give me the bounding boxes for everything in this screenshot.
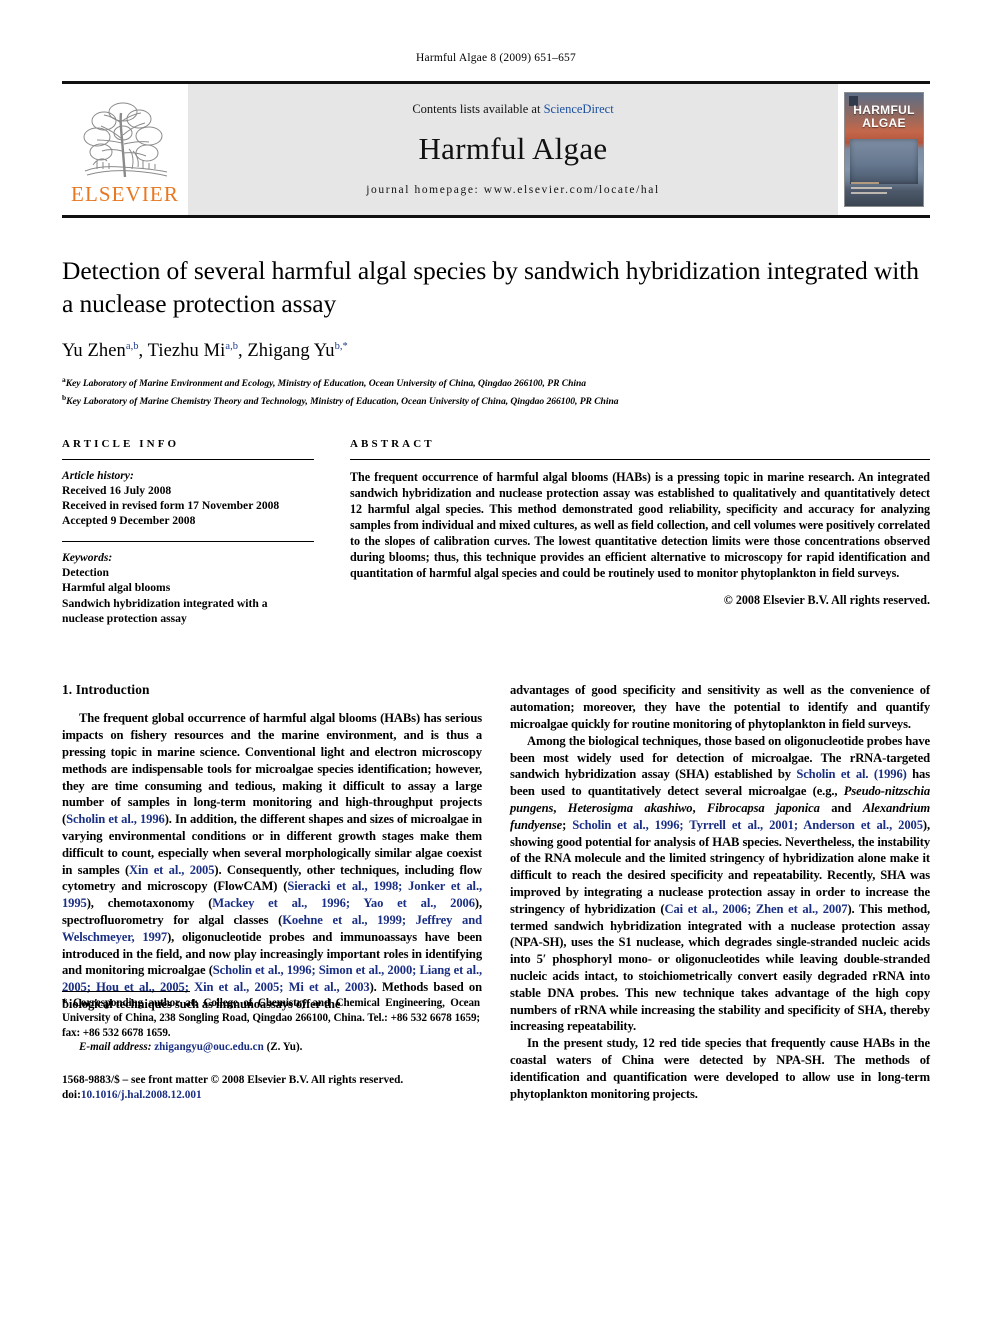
email-label: E-mail address: bbox=[79, 1041, 152, 1054]
cover-title-line2: ALGAE bbox=[862, 116, 906, 130]
page-title: Detection of several harmful algal speci… bbox=[62, 256, 919, 318]
article-history-item: Received in revised form 17 November 200… bbox=[62, 498, 280, 512]
title-block: Detection of several harmful algal speci… bbox=[62, 254, 930, 409]
citation-link[interactable]: Xin et al., 2005 bbox=[129, 863, 214, 877]
doi-link[interactable]: 10.1016/j.hal.2008.12.001 bbox=[81, 1089, 202, 1101]
author-name: Zhigang Yu bbox=[247, 341, 335, 362]
footnote-divider bbox=[62, 991, 190, 993]
issn-line: 1568-9883/$ – see front matter © 2008 El… bbox=[62, 1073, 404, 1086]
affiliation-item: bKey Laboratory of Marine Chemistry Theo… bbox=[62, 391, 930, 409]
abstract-label: ABSTRACT bbox=[350, 437, 435, 450]
author-separator: , bbox=[237, 341, 248, 362]
sciencedirect-link[interactable]: ScienceDirect bbox=[544, 102, 614, 116]
body-column-right: advantages of good specificity and sensi… bbox=[510, 682, 930, 1102]
affiliation-list: aKey Laboratory of Marine Environment an… bbox=[62, 373, 930, 408]
species-name: Fibrocapsa japonica bbox=[706, 800, 820, 815]
affiliation-text: Key Laboratory of Marine Environment and… bbox=[65, 378, 587, 390]
cover-title: HARMFUL ALGAE bbox=[845, 104, 923, 130]
cover-water-photo bbox=[850, 139, 918, 184]
masthead-center: Contents lists available at ScienceDirec… bbox=[188, 84, 838, 215]
author-item: Yu Zhena,b bbox=[62, 341, 138, 361]
article-info-label: ARTICLE INFO bbox=[62, 437, 180, 450]
article-info-column: ARTICLE INFO Article history: Received 1… bbox=[62, 438, 314, 627]
author-separator: , bbox=[138, 341, 148, 362]
author-name: Tiezhu Mi bbox=[147, 341, 226, 362]
article-history-block: Article history: Received 16 July 2008 R… bbox=[62, 469, 314, 529]
author-item: Tiezhu Mia,b bbox=[148, 341, 238, 361]
keyword-item: Harmful algal blooms bbox=[62, 581, 171, 595]
keyword-item: Sandwich hybridization integrated with a bbox=[62, 596, 268, 610]
keyword-item: Detection bbox=[62, 565, 109, 579]
doi-line: doi:10.1016/j.hal.2008.12.001 bbox=[62, 1088, 480, 1103]
citation-link[interactable]: Scholin et al., 1996; Simon et al., 2000… bbox=[62, 963, 482, 994]
issn-block: 1568-9883/$ – see front matter © 2008 El… bbox=[62, 1073, 480, 1103]
running-head: Harmful Algae 8 (2009) 651–657 bbox=[416, 52, 576, 64]
journal-cover: HARMFUL ALGAE bbox=[838, 84, 930, 215]
abstract-column: ABSTRACT The frequent occurrence of harm… bbox=[350, 438, 930, 627]
citation-link[interactable]: Koehne et al., 1999; Jeffrey and Welschm… bbox=[62, 913, 482, 944]
journal-homepage[interactable]: journal homepage: www.elsevier.com/locat… bbox=[366, 184, 660, 196]
citation-link[interactable]: Mackey et al., 1996; Yao et al., 2006 bbox=[212, 896, 475, 910]
abstract-copyright: © 2008 Elsevier B.V. All rights reserved… bbox=[723, 593, 930, 608]
citation-link[interactable]: Scholin et al., 1996 bbox=[66, 812, 165, 826]
body-columns: 1. Introduction The frequent global occu… bbox=[62, 682, 930, 1102]
info-abstract-region: ARTICLE INFO Article history: Received 1… bbox=[62, 438, 930, 627]
citation-link[interactable]: Cai et al., 2006; Zhen et al., 2007 bbox=[665, 902, 848, 916]
body-column-left: 1. Introduction The frequent global occu… bbox=[62, 682, 482, 1102]
author-affil-marker: b,* bbox=[334, 341, 348, 352]
cover-thumbnail-image: HARMFUL ALGAE bbox=[844, 92, 924, 207]
cover-editor-credits bbox=[851, 182, 897, 199]
author-list: Yu Zhena,b, Tiezhu Mia,b, Zhigang Yub,* bbox=[62, 341, 930, 362]
journal-title: Harmful Algae bbox=[418, 130, 608, 166]
article-history-item: Accepted 9 December 2008 bbox=[62, 514, 196, 528]
elsevier-wordmark: ELSEVIER bbox=[71, 181, 179, 206]
footnote-block: * Corresponding author at: College of Ch… bbox=[62, 991, 480, 1102]
email-suffix: (Z. Yu). bbox=[266, 1041, 303, 1054]
doi-label: doi: bbox=[62, 1088, 81, 1101]
section-heading-introduction: 1. Introduction bbox=[62, 682, 150, 698]
article-history-item: Received 16 July 2008 bbox=[62, 483, 172, 497]
email-link[interactable]: zhigangyu@ouc.edu.cn bbox=[154, 1041, 264, 1053]
affiliation-item: aKey Laboratory of Marine Environment an… bbox=[62, 373, 930, 391]
keyword-item: nuclease protection assay bbox=[62, 611, 187, 625]
journal-masthead: ELSEVIER Contents lists available at Sci… bbox=[62, 81, 930, 218]
keywords-heading: Keywords: bbox=[62, 550, 113, 564]
elsevier-tree-icon bbox=[83, 102, 168, 177]
affiliation-text: Key Laboratory of Marine Chemistry Theor… bbox=[66, 396, 619, 408]
paragraph: Among the biological techniques, those b… bbox=[510, 733, 931, 1034]
author-affil-marker: a,b bbox=[225, 341, 238, 352]
contents-prefix: Contents lists available at bbox=[412, 101, 544, 116]
email-note: E-mail address: zhigangyu@ouc.edu.cn (Z.… bbox=[62, 1040, 480, 1055]
author-name: Yu Zhen bbox=[62, 341, 126, 362]
elsevier-logo: ELSEVIER bbox=[62, 84, 188, 215]
paper-page: Harmful Algae 8 (2009) 651–657 ELSEVIER … bbox=[0, 0, 992, 1323]
article-history-heading: Article history: bbox=[62, 468, 134, 482]
abstract-text: The frequent occurrence of harmful algal… bbox=[350, 469, 930, 581]
species-name: Heterosigma akashiwo bbox=[567, 800, 693, 815]
citation-link[interactable]: Scholin et al., 1996; Tyrrell et al., 20… bbox=[572, 818, 923, 832]
author-item: Zhigang Yub,* bbox=[247, 341, 347, 361]
divider bbox=[62, 458, 314, 460]
paragraph: advantages of good specificity and sensi… bbox=[510, 683, 930, 731]
divider bbox=[62, 540, 314, 542]
divider bbox=[350, 458, 930, 460]
paragraph: The frequent global occurrence of harmfu… bbox=[62, 711, 483, 1011]
author-affil-marker: a,b bbox=[125, 341, 139, 352]
paragraph: In the present study, 12 red tide specie… bbox=[510, 1036, 930, 1101]
corresponding-author-note: * Corresponding author at: College of Ch… bbox=[62, 997, 480, 1039]
citation-link[interactable]: Scholin et al. (1996) bbox=[796, 767, 907, 781]
keywords-block: Keywords: Detection Harmful algal blooms… bbox=[62, 551, 314, 627]
contents-available-line: Contents lists available at ScienceDirec… bbox=[412, 102, 613, 117]
